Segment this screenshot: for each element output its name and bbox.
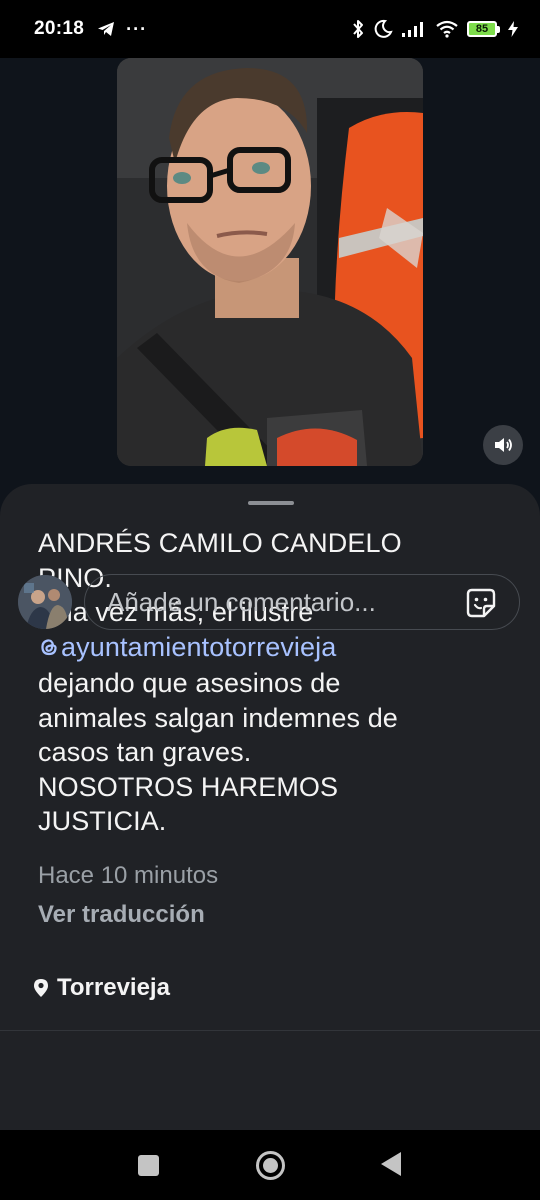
threads-icon: [41, 639, 57, 655]
see-translation-link[interactable]: Ver traducción: [38, 901, 205, 929]
battery-icon: 85: [467, 21, 500, 37]
location-name[interactable]: Torrevieja: [57, 974, 170, 1002]
caption-line: ANDRÉS CAMILO CANDELO: [38, 528, 402, 558]
drag-handle[interactable]: [248, 501, 294, 505]
back-triangle-icon[interactable]: [381, 1152, 401, 1176]
caption-line: dejando que asesinos de: [38, 668, 341, 699]
caption-line: casos tan graves.: [38, 737, 252, 768]
video-player[interactable]: [117, 58, 423, 466]
video-still-image: [117, 58, 423, 466]
location-pin-icon: [34, 979, 48, 997]
notification-dots: ···: [126, 18, 148, 39]
mention-text[interactable]: ayuntamientotorrevieja: [61, 630, 336, 665]
telegram-icon: [96, 19, 116, 39]
battery-level: 85: [467, 21, 497, 37]
status-bar: 20:18 ··· 85: [0, 0, 540, 58]
caption-line: animales salgan indemnes de: [38, 702, 398, 733]
wifi-icon: [436, 20, 458, 38]
do-not-disturb-moon-icon: [374, 19, 393, 38]
comment-input[interactable]: Añade un comentario...: [84, 574, 520, 630]
caption-line: JUSTICIA.: [38, 806, 167, 837]
location-tag[interactable]: Torrevieja: [33, 974, 170, 1002]
sound-toggle-button[interactable]: [483, 425, 523, 465]
comment-placeholder[interactable]: Añade un comentario...: [107, 587, 376, 618]
recents-square-icon[interactable]: [138, 1155, 159, 1176]
mention-link[interactable]: ayuntamientotorrevieja: [38, 630, 336, 665]
avatar: [18, 575, 72, 629]
post-timestamp: Hace 10 minutos: [38, 862, 219, 889]
home-circle-icon[interactable]: [256, 1151, 285, 1180]
status-time: 20:18: [34, 18, 85, 39]
status-icons: 85: [351, 19, 518, 39]
sticker-icon[interactable]: [465, 587, 497, 619]
divider: [0, 1030, 540, 1031]
bluetooth-icon: [353, 20, 363, 38]
post-caption: ANDRÉS CAMILO CANDELO PINO. Una vez más,…: [38, 526, 508, 839]
charging-bolt-icon: [508, 21, 518, 37]
speaker-volume-icon: [495, 438, 512, 452]
caption-line: NOSOTROS HAREMOS: [38, 771, 339, 802]
signal-icon: [402, 22, 423, 37]
